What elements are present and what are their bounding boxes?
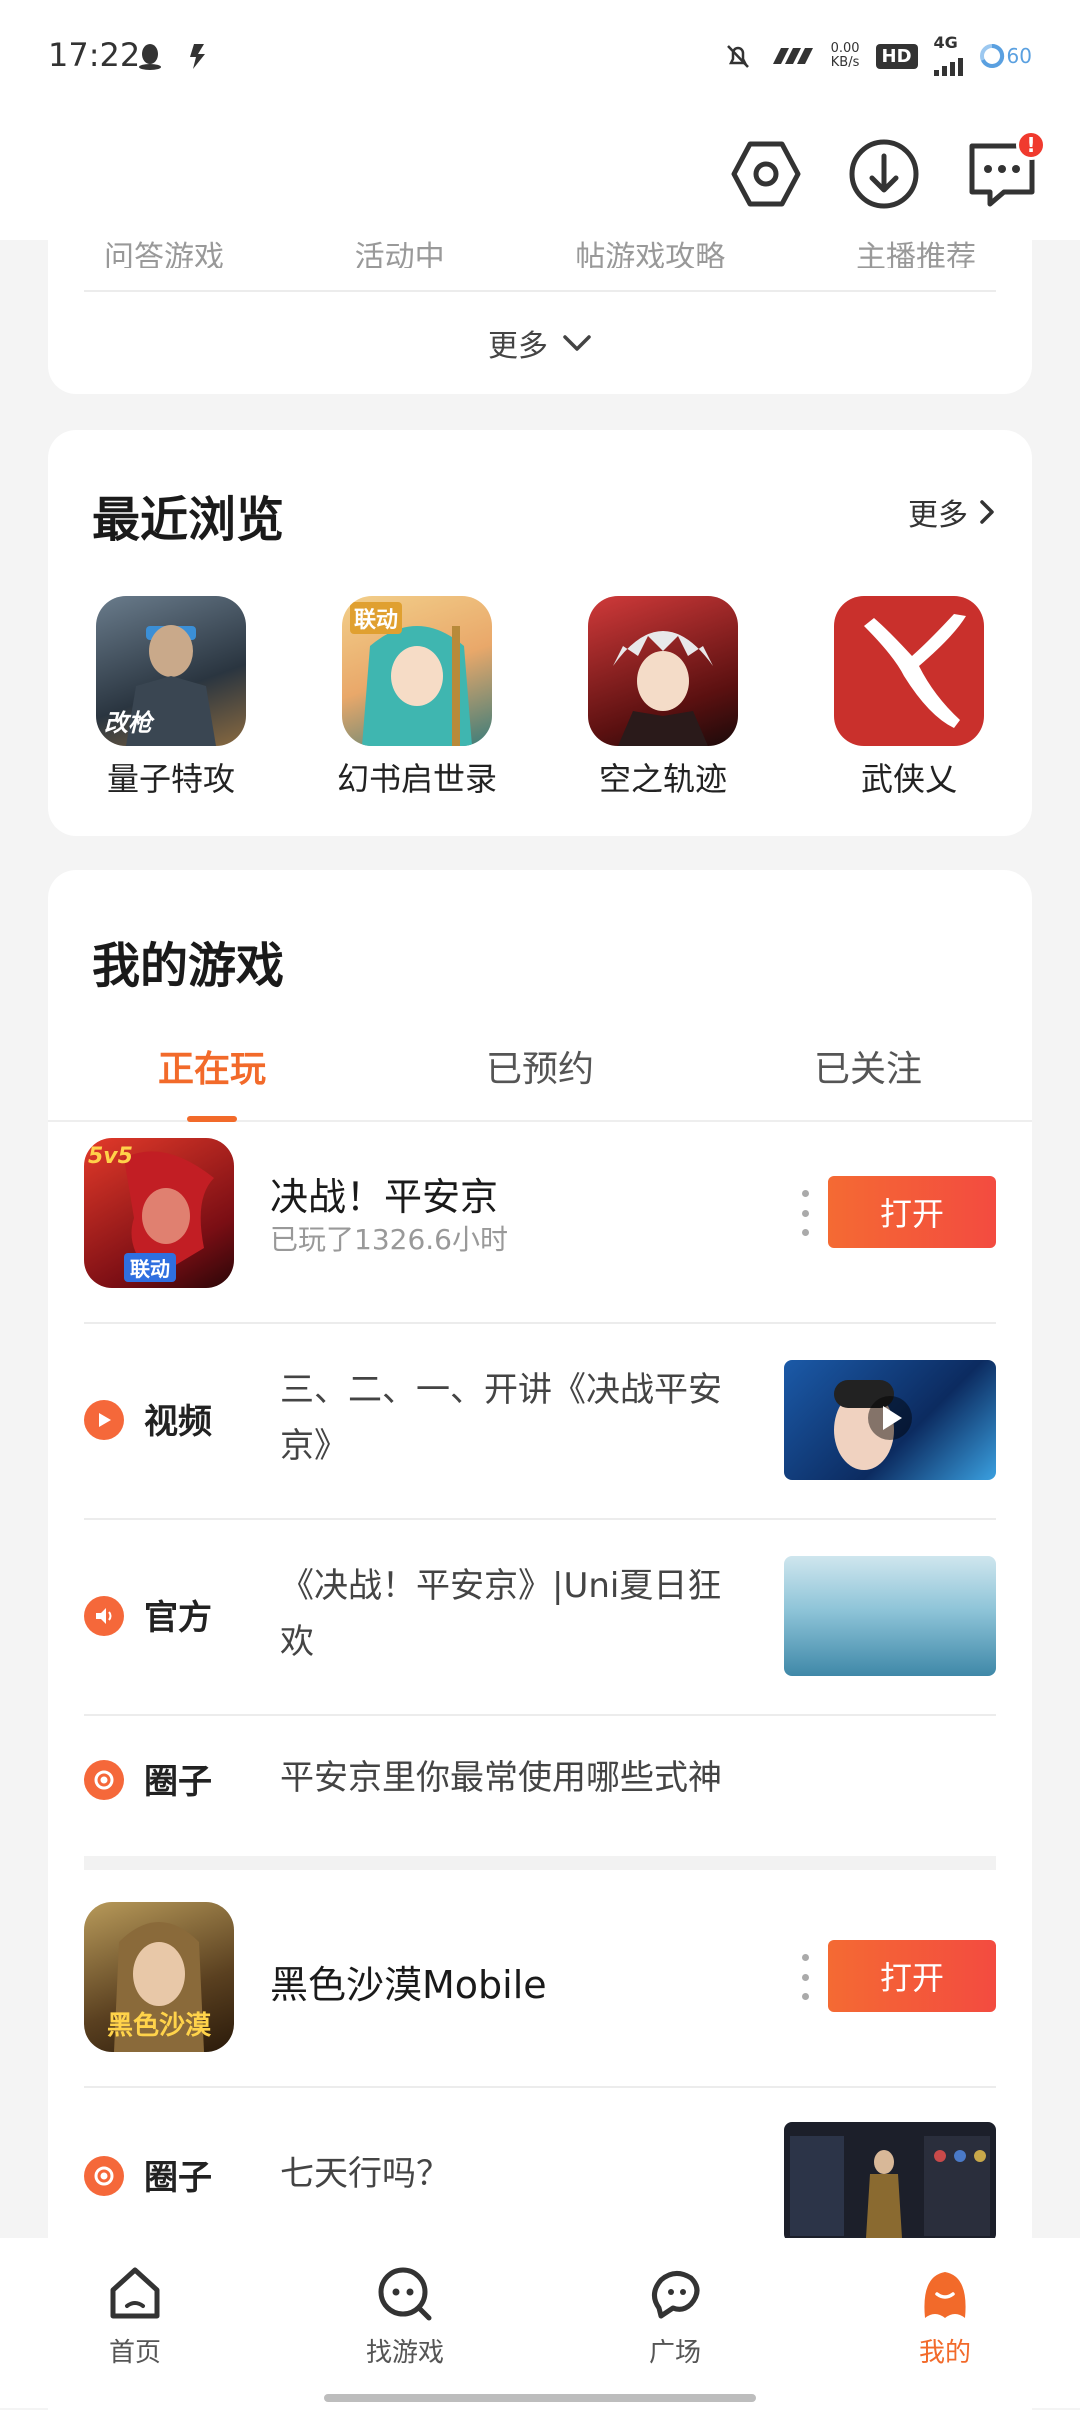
status-right: 0.00 KB/s HD 4G 60 (723, 35, 1032, 76)
brush-x-logo-icon (864, 614, 966, 728)
video-play-overlay-icon (834, 1380, 912, 1470)
my-games-title: 我的游戏 (92, 938, 285, 994)
nav-label: 广场 (648, 2338, 701, 2368)
recent-item[interactable]: 改枪 量子特攻 (48, 596, 294, 800)
my-games-tabs: 正在玩 已预约 已关注 (48, 1018, 1032, 1122)
nav-mine[interactable]: 我的 (810, 2238, 1080, 2408)
signal-indicator: 4G (933, 35, 963, 76)
chevron-down-icon (563, 335, 591, 351)
net-speed: 0.00 KB/s (830, 41, 860, 70)
more-options-icon[interactable] (800, 1954, 810, 2000)
bottom-nav: 首页 找游戏 广场 我的 (0, 2238, 1080, 2408)
recent-item-name: 量子特攻 (106, 760, 235, 798)
game-icon (588, 596, 738, 746)
feed-row-official[interactable]: 官方 《决战！平安京》|Uni夏日狂欢 (84, 1518, 996, 1714)
recent-item-name: 武侠乂 (860, 760, 957, 798)
nav-label: 找游戏 (365, 2338, 444, 2368)
feed-text: 平安京里你最常使用哪些式神 (280, 1758, 722, 1798)
game-playtime: 已玩了1326.6小时 (270, 1223, 508, 1256)
game-icon: 5v5 联动 (84, 1138, 234, 1288)
recent-item-name: 幻书启世录 (336, 760, 497, 798)
settings-button[interactable] (728, 136, 804, 212)
status-bar: 17:22 0.00 KB/s HD 4G 60 (0, 0, 1080, 110)
lightning-icon (190, 44, 205, 69)
game-icon: 黑色沙漠 (84, 1902, 234, 2052)
home-icon (110, 2267, 160, 2319)
open-game-button[interactable]: 打开 (828, 1940, 996, 2012)
nav-find-games[interactable]: 找游戏 (270, 2238, 540, 2408)
feed-row-circle[interactable]: 圈子 平安京里你最常使用哪些式神 (84, 1714, 996, 1844)
tab-following[interactable]: 已关注 (704, 1018, 1032, 1120)
feed-text: 七天行吗？ (280, 2154, 450, 2194)
official-thumbnail[interactable] (784, 1556, 996, 1676)
expand-more-button[interactable]: 更多 (48, 318, 1032, 368)
open-game-button[interactable]: 打开 (828, 1176, 996, 1248)
message-badge: ! (1016, 130, 1046, 160)
nav-label: 我的 (918, 2338, 971, 2368)
game-screenshot-art-icon (790, 2136, 990, 2238)
recent-card: 最近浏览 更多 改枪 量子特攻 联动 幻书启世录 空之轨迹 武侠乂 (48, 430, 1032, 836)
recent-item-name: 空之轨迹 (598, 760, 727, 798)
tab-playing[interactable]: 正在玩 (48, 1018, 376, 1122)
home-indicator[interactable] (324, 2394, 756, 2402)
feed-text: 《决战！平安京》|Uni夏日狂欢 (280, 1566, 722, 1662)
mute-bell-icon (726, 45, 749, 68)
download-button[interactable] (846, 136, 922, 212)
video-thumbnail[interactable] (784, 1360, 996, 1480)
feed-label: 官方 (144, 1598, 212, 1638)
nav-plaza[interactable]: 广场 (540, 2238, 810, 2408)
top-bar: 17:22 0.00 KB/s HD 4G 60 ! (0, 0, 1080, 240)
feed-label: 视频 (144, 1402, 212, 1442)
recent-item[interactable]: 联动 幻书启世录 (294, 596, 540, 800)
game-icon: 联动 (342, 596, 492, 746)
anime-hero-art-icon (613, 631, 713, 746)
status-time: 17:22 (48, 36, 141, 74)
feed-label: 圈子 (144, 2158, 212, 2198)
recent-list: 改枪 量子特攻 联动 幻书启世录 空之轨迹 武侠乂 (48, 596, 1032, 800)
recent-item[interactable]: 空之轨迹 (540, 596, 786, 800)
game-name: 决战！平安京 (270, 1175, 499, 1219)
header-actions: ! (728, 130, 1046, 212)
search-game-icon (378, 2267, 432, 2321)
game-row[interactable]: 黑色沙漠 黑色沙漠Mobile 打开 (84, 1902, 996, 2052)
game-row[interactable]: 5v5 联动 决战！平安京 已玩了1326.6小时 打开 (84, 1138, 996, 1288)
chevron-right-icon (980, 500, 994, 524)
play-icon (84, 1400, 124, 1440)
circle-icon (84, 1760, 124, 1800)
signal-bars-icon (933, 50, 963, 76)
game-icon (834, 596, 984, 746)
speaker-icon (84, 1596, 124, 1636)
game-name: 黑色沙漠Mobile (270, 1963, 547, 2007)
recent-item[interactable]: 武侠乂 (786, 596, 1032, 800)
divider (84, 290, 996, 292)
hd-badge: HD (875, 43, 918, 69)
qq-icon (139, 44, 161, 70)
my-games-card: 我的游戏 正在玩 已预约 已关注 5v5 联动 决战！平安京 已玩了1326.6… (48, 870, 1032, 2410)
circle-icon (84, 2156, 124, 2196)
recent-more-link[interactable]: 更多 (908, 490, 996, 534)
messages-button[interactable]: ! (964, 130, 1046, 212)
feed-row-video[interactable]: 视频 三、二、一、开讲《决战平安京》 (84, 1322, 996, 1518)
circle-thumbnail[interactable] (784, 2122, 996, 2242)
feed-label: 圈子 (144, 1762, 212, 1802)
feed-text: 三、二、一、开讲《决战平安京》 (280, 1370, 722, 1466)
settings-icon (731, 141, 801, 207)
chat-bubbles-icon (652, 2271, 700, 2319)
game-icon: 改枪 (96, 596, 246, 746)
nav-home[interactable]: 首页 (0, 2238, 270, 2408)
nav-label: 首页 (108, 2338, 161, 2368)
carrier-logo-icon (772, 48, 813, 64)
recent-title: 最近浏览 (92, 492, 285, 548)
download-icon (849, 139, 919, 209)
battery-indicator: 60 (979, 43, 1032, 69)
battery-icon (979, 43, 1004, 68)
tab-reserved[interactable]: 已预约 (376, 1018, 704, 1120)
profile-icon (924, 2272, 966, 2318)
section-gap (84, 1856, 996, 1870)
more-options-icon[interactable] (800, 1190, 810, 1236)
